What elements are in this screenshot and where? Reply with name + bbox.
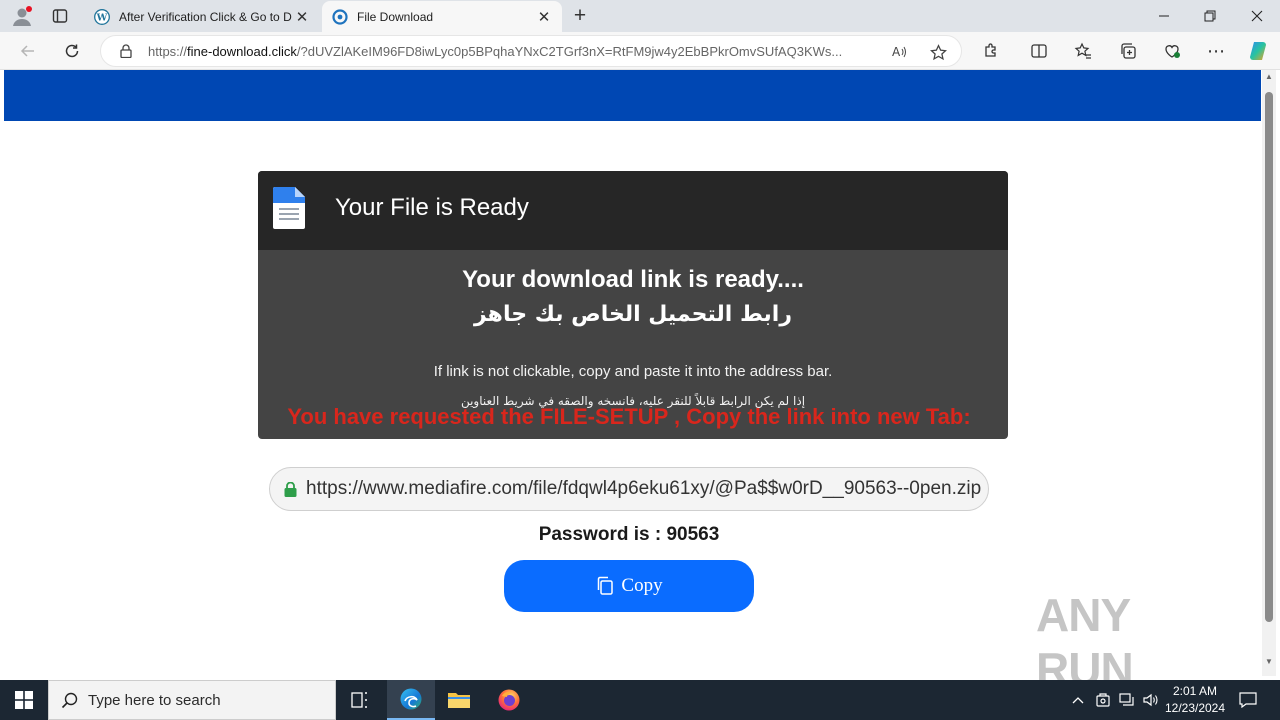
clock-time: 2:01 AM <box>1172 684 1218 698</box>
windows-logo-icon <box>15 691 33 709</box>
download-link-field[interactable]: https://www.mediafire.com/file/fdqwl4p6e… <box>269 467 989 511</box>
card-header: Your File is Ready <box>258 171 1008 250</box>
card-title: Your File is Ready <box>335 194 529 221</box>
restore-icon[interactable] <box>1187 0 1233 32</box>
url-path: /?dUVZlAKeIM96FD8iwLyc0p5BPqhaYNxC2TGrf3… <box>296 43 843 59</box>
password-label: Password is : 90563 <box>538 524 720 545</box>
copy-button[interactable]: Copy <box>504 560 754 612</box>
more-options-icon[interactable]: ⋯ <box>1201 36 1231 66</box>
copy-button-label: Copy <box>621 575 663 596</box>
system-clock[interactable]: 2:01 AM 12/23/2024 <box>1160 683 1230 717</box>
close-tab-icon[interactable]: ✕ <box>294 8 310 26</box>
windows-taskbar: Type here to search 2:01 AM 12/23/2024 <box>0 680 1280 720</box>
favorites-icon[interactable] <box>1068 36 1098 66</box>
network-icon[interactable] <box>1116 680 1138 720</box>
url-text[interactable]: https://fine-download.click/?dUVZlAKeIM9… <box>148 44 872 59</box>
search-placeholder: Type here to search <box>88 691 221 709</box>
notifications-icon[interactable] <box>1234 680 1262 720</box>
read-aloud-icon[interactable]: A <box>888 41 910 63</box>
url-scheme: https:// <box>148 43 188 59</box>
volume-icon[interactable] <box>1140 680 1162 720</box>
download-card: Your File is Ready Your download link is… <box>258 171 1008 439</box>
split-screen-icon[interactable] <box>1024 36 1054 66</box>
copy-icon <box>595 576 615 596</box>
copilot-icon[interactable] <box>1243 36 1273 66</box>
browser-essentials-icon[interactable] <box>1157 36 1187 66</box>
show-hidden-icons-icon[interactable] <box>1068 680 1088 720</box>
extensions-icon[interactable] <box>976 36 1006 66</box>
firefox-icon[interactable] <box>485 680 533 720</box>
url-host: fine-download.click <box>187 43 297 59</box>
tab-file-download[interactable]: File Download ✕ <box>322 1 562 32</box>
file-explorer-icon[interactable] <box>435 680 483 720</box>
task-view-icon[interactable] <box>336 680 384 720</box>
tab-actions-icon[interactable] <box>46 0 74 32</box>
tab-wordpress[interactable]: W After Verification Click & Go to D ✕ <box>84 1 320 32</box>
tab-title: After Verification Click & Go to D <box>119 9 292 24</box>
svg-text:A: A <box>892 45 901 59</box>
wordpress-icon: W <box>94 8 110 25</box>
close-window-icon[interactable] <box>1234 0 1280 32</box>
download-ready-heading-arabic: رابط التحميل الخاص بك جاهز <box>474 302 792 327</box>
card-body: Your download link is ready.... رابط الت… <box>258 250 1008 408</box>
request-message: You have requested the FILE-SETUP , Copy… <box>287 404 971 429</box>
defender-icon[interactable] <box>1093 680 1113 720</box>
scroll-up-icon[interactable]: ▲ <box>1262 72 1276 81</box>
clock-date: 12/23/2024 <box>1164 701 1226 715</box>
taskbar-search-box[interactable]: Type here to search <box>48 680 336 720</box>
profile-icon[interactable] <box>8 0 36 32</box>
scrollbar-thumb[interactable] <box>1265 92 1273 622</box>
lock-icon[interactable] <box>120 44 134 58</box>
scroll-down-icon[interactable]: ▼ <box>1262 657 1276 666</box>
edge-taskbar-icon[interactable] <box>387 680 435 720</box>
page-favicon-icon <box>332 8 348 25</box>
new-tab-button[interactable]: + <box>566 0 594 32</box>
favorite-star-icon[interactable] <box>927 41 949 63</box>
tab-title: File Download <box>357 9 434 24</box>
tab-strip: W After Verification Click & Go to D ✕ F… <box>0 0 1280 32</box>
browser-toolbar: https://fine-download.click/?dUVZlAKeIM9… <box>0 32 1280 70</box>
collections-icon[interactable] <box>1113 36 1143 66</box>
download-ready-heading: Your download link is ready.... <box>462 266 804 293</box>
search-icon <box>61 692 78 709</box>
refresh-button[interactable] <box>57 36 87 66</box>
header-banner <box>4 70 1261 121</box>
address-bar[interactable]: https://fine-download.click/?dUVZlAKeIM9… <box>100 35 962 67</box>
close-tab-icon[interactable]: ✕ <box>536 8 552 26</box>
copy-paste-hint: If link is not clickable, copy and paste… <box>433 363 833 380</box>
green-lock-icon <box>284 481 298 497</box>
start-button[interactable] <box>0 680 48 720</box>
svg-text:W: W <box>96 12 108 23</box>
anyrun-watermark: ANY RUN <box>1036 589 1236 695</box>
download-link-text[interactable]: https://www.mediafire.com/file/fdqwl4p6e… <box>306 478 981 500</box>
minimize-icon[interactable] <box>1141 0 1187 32</box>
document-icon <box>273 187 305 229</box>
back-button[interactable] <box>13 36 43 66</box>
